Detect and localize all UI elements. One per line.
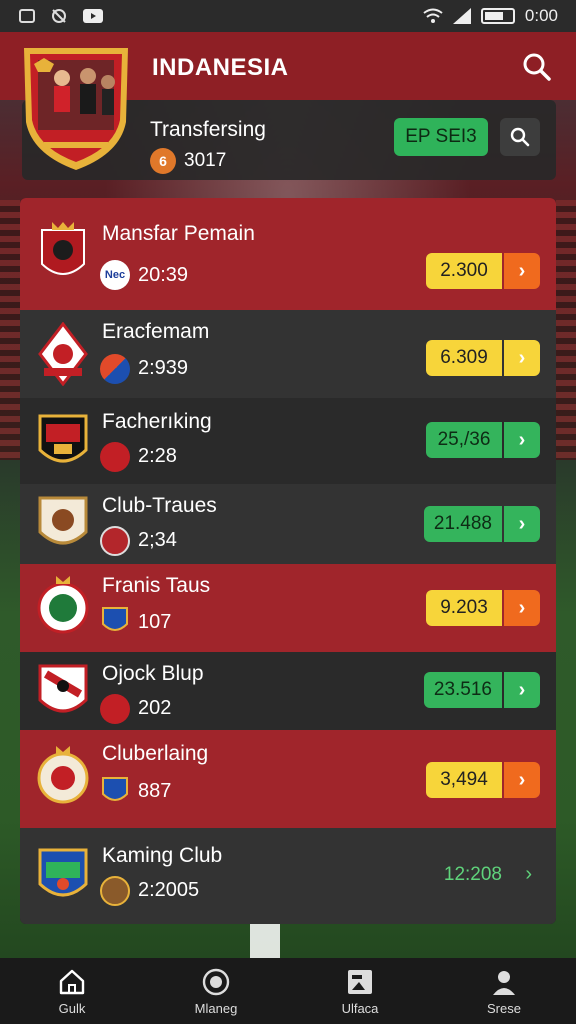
club-mini-badge <box>100 442 130 472</box>
team-crest <box>24 48 128 170</box>
club-mini-badge <box>102 777 128 801</box>
club-logo-icon <box>38 322 88 386</box>
price-button[interactable]: 23.516 <box>423 672 502 708</box>
club-row[interactable]: Cluberlaing 887 3,494 › <box>20 730 556 828</box>
club-row[interactable]: Club-Traues 2;34 21.488 › <box>20 484 556 564</box>
signal-icon <box>452 8 471 24</box>
club-logo-icon <box>37 576 89 634</box>
club-stat: 887 <box>138 780 172 802</box>
club-mini-badge <box>100 876 130 906</box>
club-mini-badge <box>100 354 130 384</box>
club-stat: 107 <box>138 611 172 633</box>
crowd-right <box>556 200 576 460</box>
chevron-right-icon[interactable]: › <box>504 253 540 289</box>
wifi-icon <box>423 8 443 23</box>
info-search-button[interactable] <box>500 118 540 156</box>
mute-icon <box>52 9 66 23</box>
price-button[interactable]: 3,494 <box>426 762 502 798</box>
club-mini-badge <box>102 607 128 631</box>
nav-item-manage[interactable]: Mlaneg <box>144 958 288 1024</box>
club-name: Facherıking <box>102 410 212 433</box>
info-count: 3017 <box>184 150 227 171</box>
search-icon[interactable] <box>520 50 552 82</box>
club-stat: 2;34 <box>138 529 177 551</box>
nav-item-home[interactable]: Gulk <box>0 958 144 1024</box>
crowd-left <box>0 200 20 460</box>
club-logo-icon <box>38 496 88 545</box>
image-icon <box>348 969 372 994</box>
coin-icon: 6 <box>150 148 176 174</box>
club-row[interactable]: Kaming Club 2:2005 12:208 › <box>20 828 556 924</box>
video-icon <box>83 9 103 23</box>
search-icon <box>510 127 530 147</box>
crest-icon <box>202 968 230 995</box>
club-stat: 20:39 <box>138 264 189 286</box>
home-icon <box>59 969 85 994</box>
club-name: Club-Traues <box>102 494 217 517</box>
chevron-right-icon[interactable]: › <box>504 672 540 708</box>
status-time: 0:00 <box>524 6 558 25</box>
info-title: Transfersing <box>150 118 266 141</box>
club-name: Mansfar Pemain <box>102 222 255 245</box>
chevron-right-icon[interactable]: › <box>504 422 540 458</box>
club-name: Ojock Blup <box>102 662 204 685</box>
club-logo-icon <box>37 746 89 804</box>
app-title: INDANESIA <box>152 54 289 81</box>
nav-item-profile[interactable]: Srese <box>432 958 576 1024</box>
battery-icon <box>480 8 515 24</box>
club-mini-badge <box>100 526 130 556</box>
club-list: Mansfar Pemain Nec 20:39 2.300 › Eracfem… <box>20 198 556 924</box>
nav-label: Srese <box>487 1000 521 1016</box>
chevron-right-icon[interactable]: › <box>504 590 540 626</box>
status-bar: 0:00 <box>0 0 576 32</box>
club-stat: 2:28 <box>138 445 177 467</box>
chevron-right-icon[interactable]: › <box>525 863 532 886</box>
nav-label: Mlaneg <box>194 1000 238 1016</box>
price-button[interactable]: 25,/36 <box>426 422 502 458</box>
club-row[interactable]: Mansfar Pemain Nec 20:39 2.300 › <box>20 198 556 310</box>
club-row[interactable]: Ojock Blup 202 23.516 › <box>20 652 556 730</box>
bottom-nav: Gulk Mlaneg Ulfaca Srese <box>0 958 576 1024</box>
ep-button[interactable]: EP SEI3 <box>394 118 488 156</box>
club-logo-icon <box>38 664 88 713</box>
price-label[interactable]: 12:208 <box>444 864 502 886</box>
nav-item-media[interactable]: Ulfaca <box>288 958 432 1024</box>
nav-label: Ulfaca <box>341 1000 379 1016</box>
club-logo-icon <box>38 414 88 463</box>
chevron-right-icon[interactable]: › <box>504 340 540 376</box>
chevron-right-icon[interactable]: › <box>504 762 540 798</box>
club-logo-icon <box>38 848 88 897</box>
club-logo-icon <box>41 222 85 275</box>
club-stat: 2:939 <box>138 357 189 379</box>
price-button[interactable]: 2.300 <box>426 253 502 289</box>
club-stat: 2:2005 <box>138 879 200 901</box>
club-name: Franis Taus <box>102 574 211 597</box>
club-name: Kaming Club <box>102 844 223 867</box>
club-row[interactable]: Facherıking 2:28 25,/36 › <box>20 398 556 484</box>
price-button[interactable]: 9.203 <box>426 590 502 626</box>
notification-icon <box>19 9 35 23</box>
pitch-line <box>250 920 280 960</box>
chevron-right-icon[interactable]: › <box>504 506 540 542</box>
club-stat: 202 <box>138 697 172 719</box>
price-button[interactable]: 6.309 <box>426 340 502 376</box>
club-mini-badge: Nec <box>100 260 130 290</box>
club-row[interactable]: Franis Taus 107 9.203 › <box>20 564 556 652</box>
user-icon <box>493 970 515 995</box>
club-mini-badge <box>100 694 130 724</box>
club-row[interactable]: Eracfemam 2:939 6.309 › <box>20 310 556 398</box>
club-name: Eracfemam <box>102 320 210 343</box>
club-name: Cluberlaing <box>102 742 209 765</box>
price-button[interactable]: 21.488 <box>423 506 502 542</box>
nav-label: Gulk <box>58 1000 86 1016</box>
